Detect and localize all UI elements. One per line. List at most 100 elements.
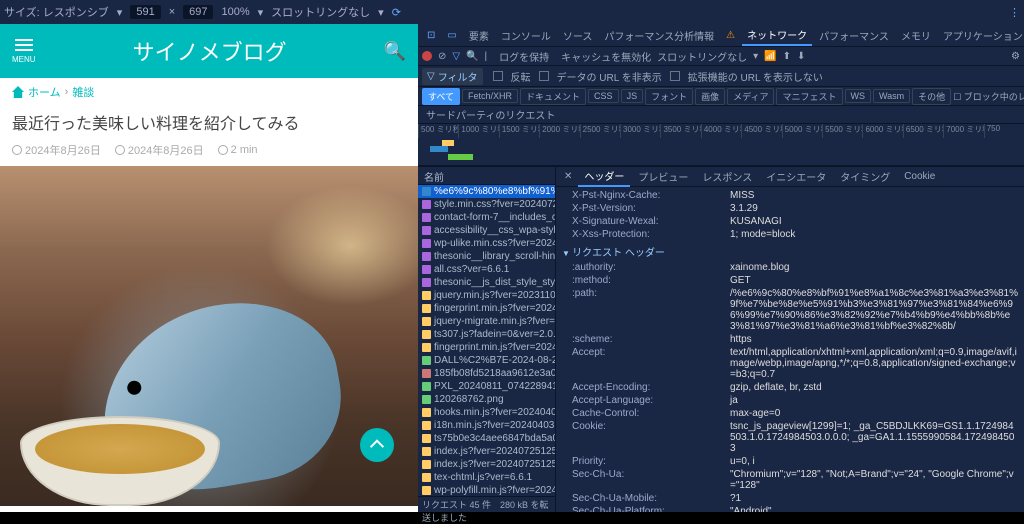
- request-headers-section[interactable]: リクエスト ヘッダー: [562, 241, 1018, 261]
- chip-WS[interactable]: WS: [845, 89, 872, 103]
- chip-JS[interactable]: JS: [621, 89, 644, 103]
- site-title[interactable]: サイノメブログ: [133, 35, 287, 67]
- tab-network[interactable]: ネットワーク: [742, 25, 812, 46]
- request-row[interactable]: all.css?ver=6.6.1: [418, 263, 555, 276]
- clear-button[interactable]: ⊘: [438, 51, 446, 62]
- download-icon[interactable]: ⬇: [797, 51, 805, 62]
- invert-checkbox[interactable]: [493, 71, 503, 81]
- width-input[interactable]: 591: [130, 5, 160, 19]
- chip-その他[interactable]: その他: [912, 88, 951, 105]
- throttle-select[interactable]: スロットリングなし: [657, 49, 747, 64]
- chip-Wasm[interactable]: Wasm: [873, 89, 910, 103]
- tab-timing[interactable]: タイミング: [834, 167, 896, 186]
- rotate-icon[interactable]: ⟳: [392, 6, 401, 19]
- request-row[interactable]: %e6%9c%80%e8%bf%91%e8%...: [418, 185, 555, 198]
- throttle-select[interactable]: スロットリングなし: [271, 4, 370, 20]
- tab-elements[interactable]: 要素: [464, 26, 494, 45]
- request-row[interactable]: thesonic__js_dist_style_style-c...: [418, 276, 555, 289]
- post-title: 最近行った美味しい料理を紹介してみる: [0, 106, 418, 142]
- request-row[interactable]: tex-chtml.js?ver=6.6.1: [418, 471, 555, 484]
- request-row[interactable]: ts75b0e3c4aee6847bda5a036ab...: [418, 432, 555, 445]
- js-icon: [422, 421, 431, 430]
- search-icon[interactable]: 🔍: [466, 51, 478, 62]
- request-row[interactable]: 185fb08fd5218aa9612e3a0fb38d...: [418, 367, 555, 380]
- height-input[interactable]: 697: [183, 5, 213, 19]
- timeline-overview[interactable]: 500 ミリ秒1000 ミリ秒1500 ミリ秒2000 ミリ秒2500 ミリ秒3…: [418, 124, 1024, 166]
- upload-icon[interactable]: ⬆: [783, 51, 791, 62]
- request-row[interactable]: i18n.min.js?fver=2024040312561...: [418, 419, 555, 432]
- chip-ドキュメント[interactable]: ドキュメント: [520, 88, 586, 105]
- js-icon: [422, 460, 431, 469]
- chip-CSS[interactable]: CSS: [588, 89, 619, 103]
- tab-memory[interactable]: メモリ: [896, 26, 936, 45]
- tab-application[interactable]: アプリケーション: [938, 26, 1024, 45]
- devtools-tabs: ⊡ ▭ 要素 コンソール ソース パフォーマンス分析情報 ⚠ ネットワーク パフ…: [418, 24, 1024, 46]
- devtools-panel: ⊡ ▭ 要素 コンソール ソース パフォーマンス分析情報 ⚠ ネットワーク パフ…: [418, 24, 1024, 512]
- request-row[interactable]: PXL_20240811_074228941-wpp...: [418, 380, 555, 393]
- more-icon[interactable]: ⋮: [1009, 6, 1020, 19]
- hide-exturl-checkbox[interactable]: [670, 71, 680, 81]
- doc-icon: [422, 187, 431, 196]
- request-row[interactable]: 120268762.png: [418, 393, 555, 406]
- chip-メディア[interactable]: メディア: [727, 88, 774, 105]
- js-icon: [422, 486, 431, 495]
- inspect-icon[interactable]: ⊡: [422, 28, 440, 43]
- zoom-select[interactable]: 100%: [221, 6, 249, 18]
- request-details: ✕ ヘッダー プレビュー レスポンス イニシエータ タイミング Cookie X…: [556, 167, 1024, 512]
- request-row[interactable]: jquery.min.js?fver=2023110806...: [418, 289, 555, 302]
- search-icon[interactable]: 🔍: [384, 41, 406, 62]
- hero-image: [0, 166, 418, 506]
- close-icon[interactable]: ✕: [560, 171, 576, 182]
- request-row[interactable]: jquery-migrate.min.js?fver=202...: [418, 315, 555, 328]
- css-icon: [422, 200, 431, 209]
- timer-icon: [218, 145, 228, 155]
- request-row[interactable]: DALL%C2%B7E-2024-08-26-14-...: [418, 354, 555, 367]
- request-row[interactable]: style.min.css?fver=20240724125...: [418, 198, 555, 211]
- device-icon[interactable]: ▭: [442, 28, 461, 43]
- tab-preview[interactable]: プレビュー: [632, 167, 694, 186]
- img-icon: [422, 395, 431, 404]
- name-column-header[interactable]: 名前: [418, 167, 555, 185]
- js-icon: [422, 473, 431, 482]
- request-row[interactable]: wp-ulike.min.css?fver=2024081...: [418, 237, 555, 250]
- size-label[interactable]: サイズ: レスポンシブ: [4, 4, 109, 20]
- chip-Fetch/XHR[interactable]: Fetch/XHR: [462, 89, 518, 103]
- tab-perf-insights[interactable]: パフォーマンス分析情報: [599, 26, 719, 45]
- settings-icon[interactable]: ⚙: [1011, 51, 1020, 62]
- chip-フォント[interactable]: フォント: [645, 88, 693, 105]
- record-button[interactable]: [422, 51, 432, 61]
- breadcrumb-category[interactable]: 雑談: [72, 84, 94, 100]
- scroll-top-button[interactable]: [360, 428, 394, 462]
- tab-headers[interactable]: ヘッダー: [578, 166, 630, 187]
- request-row[interactable]: ts307.js?fadein=0&ver=2.0.4: [418, 328, 555, 341]
- tab-cookies[interactable]: Cookie: [898, 169, 941, 184]
- wifi-icon[interactable]: 📶: [764, 51, 776, 62]
- font-icon: [422, 369, 431, 378]
- js-icon: [422, 408, 431, 417]
- request-row[interactable]: thesonic__library_scroll-hint_cs...: [418, 250, 555, 263]
- request-row[interactable]: wp-polyfill.min.js?fver=20240814...: [418, 484, 555, 496]
- request-row[interactable]: hooks.min.js?fver=2024040312...: [418, 406, 555, 419]
- home-icon[interactable]: [12, 86, 24, 98]
- tab-response[interactable]: レスポンス: [696, 167, 758, 186]
- request-row[interactable]: index.js?fver=20240725125626: [418, 458, 555, 471]
- filter-input[interactable]: ▽フィルタ: [422, 68, 483, 85]
- tab-performance[interactable]: パフォーマンス: [814, 26, 894, 45]
- hide-dataurl-checkbox[interactable]: [539, 71, 549, 81]
- chip-画像[interactable]: 画像: [695, 88, 725, 105]
- js-icon: [422, 291, 431, 300]
- menu-button[interactable]: MENU: [12, 39, 36, 64]
- filter-toggle-icon[interactable]: ▽: [452, 51, 460, 62]
- tab-sources[interactable]: ソース: [558, 26, 598, 45]
- tab-initiator[interactable]: イニシエータ: [760, 167, 832, 186]
- request-row[interactable]: index.js?fver=20240725125626: [418, 445, 555, 458]
- request-row[interactable]: fingerprint.min.js?fver=2024081...: [418, 341, 555, 354]
- breadcrumb-home[interactable]: ホーム: [28, 84, 61, 100]
- request-row[interactable]: fingerprint.min.js?fver=2024081...: [418, 302, 555, 315]
- request-row[interactable]: accessibility__css_wpa-style-css...: [418, 224, 555, 237]
- tab-console[interactable]: コンソール: [496, 26, 556, 45]
- chip-マニフェスト[interactable]: マニフェスト: [776, 88, 842, 105]
- type-filter-chips: すべてFetch/XHRドキュメントCSSJSフォント画像メディアマニフェストW…: [418, 86, 1024, 106]
- request-row[interactable]: contact-form-7__includes_css_...: [418, 211, 555, 224]
- chip-すべて[interactable]: すべて: [422, 88, 460, 105]
